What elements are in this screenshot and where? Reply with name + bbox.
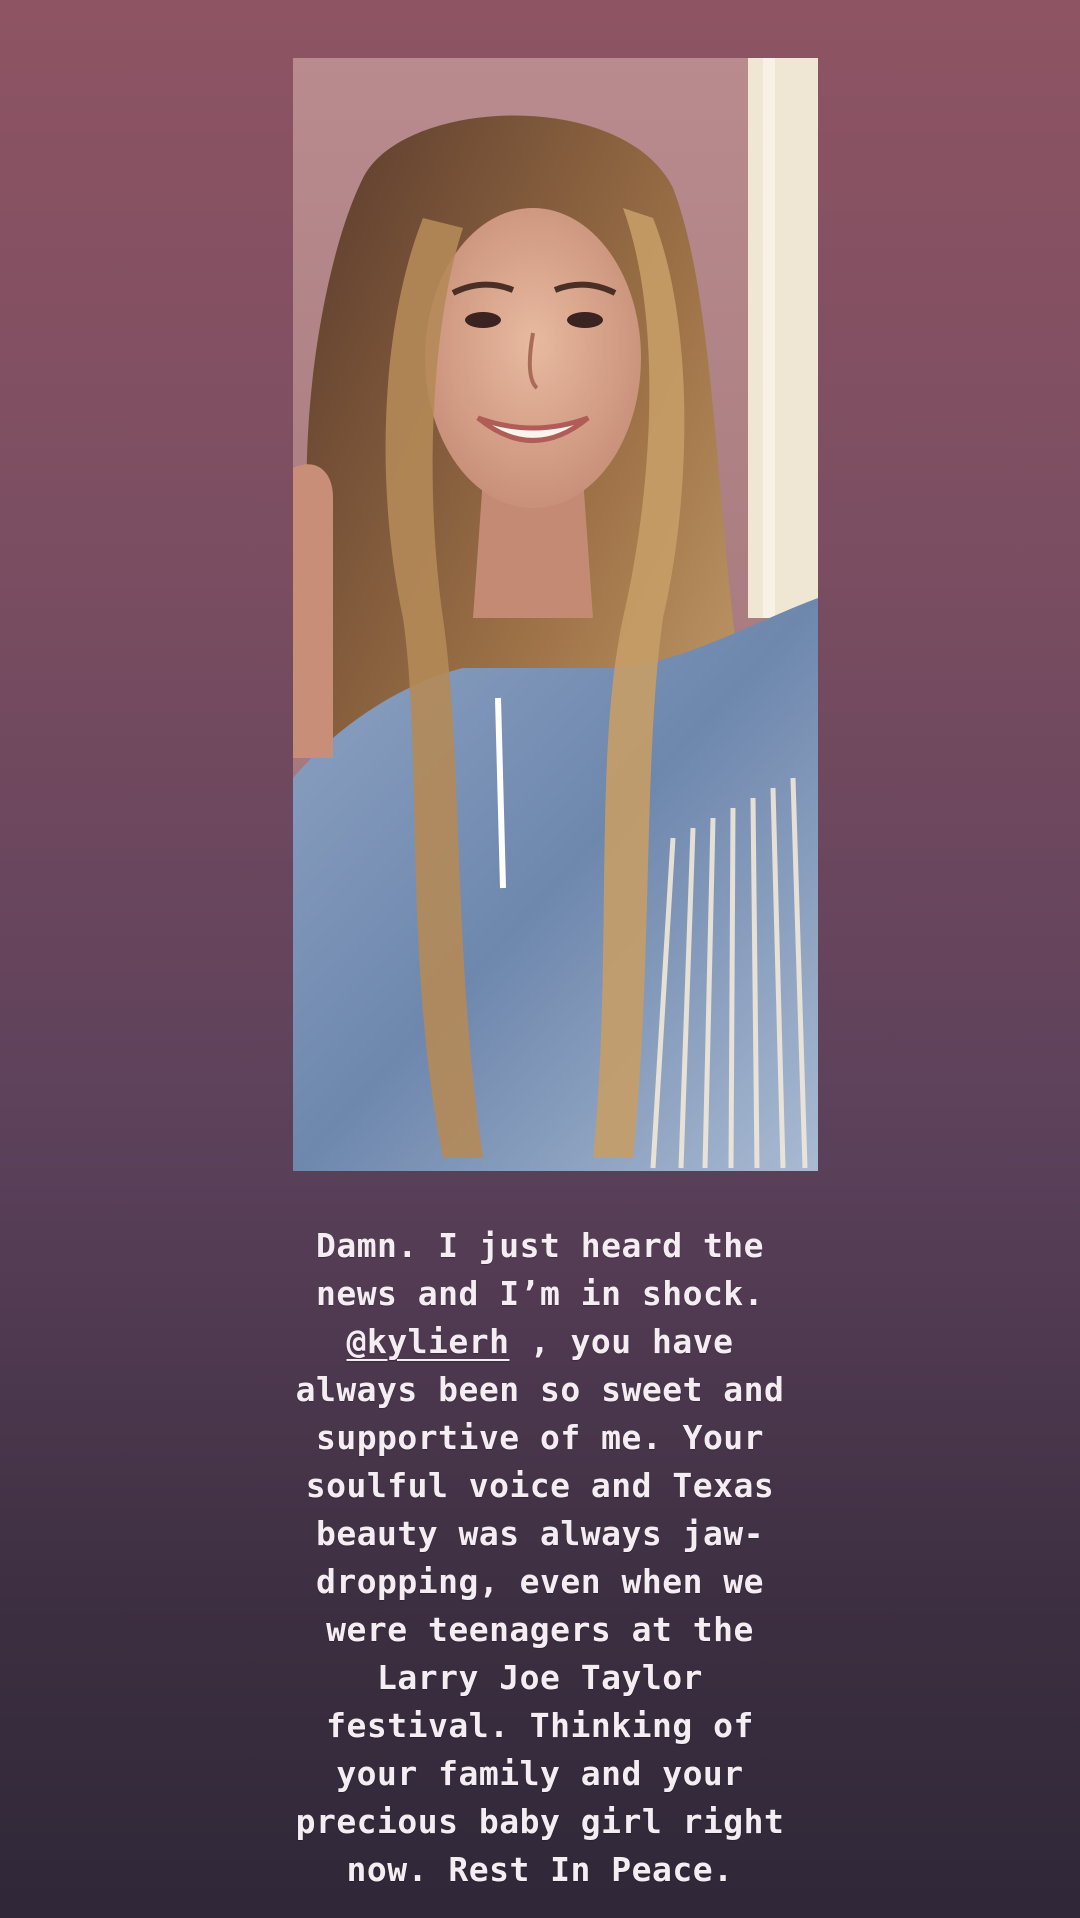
caption-line-9: were teenagers at the	[326, 1610, 754, 1649]
caption-line-3: @kylierh , you have	[190, 1318, 890, 1366]
portrait-photo-illustration	[293, 58, 818, 1171]
caption-line-3-text: , you have	[509, 1322, 734, 1361]
caption-line-2: news and I’m in shock.	[315, 1274, 765, 1313]
caption-line-5: supportive of me. Your	[315, 1418, 765, 1457]
caption-line-14: now. Rest In Peace.	[346, 1850, 734, 1889]
caption-line-13: precious baby girl right	[295, 1802, 785, 1841]
user-mention-link[interactable]: @kylierh	[347, 1322, 510, 1361]
story-caption: Damn. I just heard the news and I’m in s…	[190, 1222, 890, 1894]
caption-line-8: dropping, even when we	[315, 1562, 765, 1601]
caption-line-7: beauty was always jaw-	[315, 1514, 765, 1553]
story-canvas: Damn. I just heard the news and I’m in s…	[0, 0, 1080, 1918]
caption-line-12: your family and your	[336, 1754, 744, 1793]
caption-line-1: Damn. I just heard the	[315, 1226, 765, 1265]
caption-line-4: always been so sweet and	[295, 1370, 785, 1409]
caption-line-11: festival. Thinking of	[326, 1706, 754, 1745]
caption-line-6: soulful voice and Texas	[305, 1466, 775, 1505]
story-photo	[293, 58, 818, 1171]
caption-line-10: Larry Joe Taylor	[377, 1658, 703, 1697]
